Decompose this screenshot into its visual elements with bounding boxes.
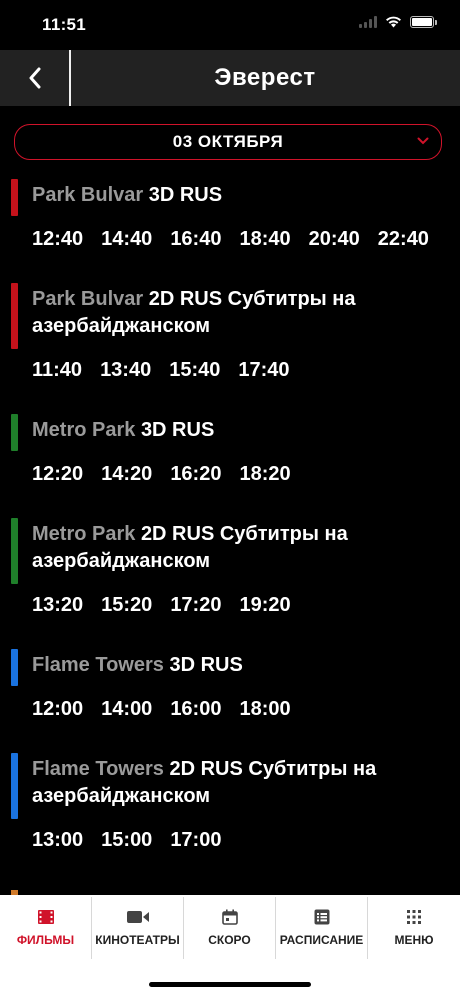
showtime[interactable]: 18:00 <box>239 697 290 721</box>
showtime[interactable]: 16:00 <box>170 697 221 721</box>
tab-label: РАСПИСАНИЕ <box>279 933 364 947</box>
showtime[interactable]: 17:40 <box>238 358 289 382</box>
showtime[interactable]: 11:40 <box>32 358 82 382</box>
showtime[interactable]: 20:40 <box>309 227 360 251</box>
session-title: Flame Towers 3D RUS <box>32 642 390 679</box>
venue-color-bar <box>11 179 18 216</box>
tab-cinemas[interactable]: КИНОТЕАТРЫ <box>92 895 183 959</box>
session-format: 3D RUS <box>148 184 223 206</box>
showtime[interactable]: 16:20 <box>170 462 221 486</box>
showtime[interactable]: 22:40 <box>378 227 429 251</box>
session-group: Park Bulvar 2D RUS Субтитры на азербайдж… <box>0 276 460 407</box>
list-icon <box>314 909 329 925</box>
session-title: Park Bulvar 2D RUS Субтитры на азербайдж… <box>32 276 390 340</box>
showtimes: 13:20 15:20 17:20 19:20 <box>32 575 460 642</box>
venue-color-bar <box>11 414 18 451</box>
tab-label: СКОРО <box>208 933 251 947</box>
sessions-list: Park Bulvar 3D RUS 12:40 14:40 16:40 18:… <box>0 172 460 877</box>
showtime[interactable]: 13:00 <box>32 828 83 852</box>
session-group: Flame Towers 2D RUS Субтитры на азербайд… <box>0 746 460 877</box>
showtimes: 12:40 14:40 16:40 18:40 20:40 22:40 <box>32 209 460 276</box>
showtime[interactable]: 13:40 <box>100 358 151 382</box>
tab-label: ФИЛЬМЫ <box>16 933 75 947</box>
status-time: 11:51 <box>42 15 87 34</box>
session-group: Metro Park 2D RUS Субтитры на азербайджа… <box>0 511 460 642</box>
tab-soon[interactable]: СКОРО <box>184 895 275 959</box>
showtime[interactable]: 13:20 <box>32 593 83 617</box>
showtime[interactable]: 16:40 <box>170 227 221 251</box>
tab-menu[interactable]: МЕНЮ <box>368 895 460 959</box>
session-title: Metro Park 3D RUS <box>32 407 390 444</box>
session-title: Metro Park 2D RUS Субтитры на азербайджа… <box>32 511 390 575</box>
showtime[interactable]: 12:00 <box>32 697 83 721</box>
session-format: 3D RUS <box>169 654 243 676</box>
venue-color-bar <box>11 753 18 819</box>
venue-name: Metro Park <box>32 523 136 545</box>
calendar-icon <box>221 909 238 925</box>
showtime[interactable]: 18:40 <box>239 227 290 251</box>
venue-name: Flame Towers <box>32 758 164 780</box>
showtime[interactable]: 19:20 <box>239 593 290 617</box>
tab-bar: ФИЛЬМЫ КИНОТЕАТРЫ СКОРО РАСПИСАНИЕ МЕНЮ <box>0 895 460 996</box>
status-icons <box>359 16 437 28</box>
showtime[interactable]: 12:40 <box>32 227 83 251</box>
session-title: Park Bulvar 3D RUS <box>32 172 390 209</box>
battery-icon <box>410 16 437 28</box>
tab-films[interactable]: ФИЛЬМЫ <box>0 895 91 959</box>
venue-name: Metro Park <box>32 419 136 441</box>
showtimes: 12:00 14:00 16:00 18:00 <box>32 679 460 746</box>
back-button[interactable] <box>0 50 70 106</box>
showtime[interactable]: 12:20 <box>32 462 83 486</box>
wifi-icon <box>386 16 401 28</box>
showtime[interactable]: 17:20 <box>170 593 221 617</box>
venue-name: Flame Towers <box>32 654 164 676</box>
showtimes: 13:00 15:00 17:00 <box>32 810 460 877</box>
film-icon <box>37 910 54 924</box>
showtime[interactable]: 14:00 <box>101 697 152 721</box>
venue-name: Park Bulvar <box>32 288 144 310</box>
venue-color-bar <box>11 283 18 349</box>
cellular-signal-icon <box>359 16 377 28</box>
venue-name: Park Bulvar <box>32 184 144 206</box>
session-title: Flame Towers 2D RUS Субтитры на азербайд… <box>32 746 390 810</box>
page-title: Эверест <box>214 64 316 91</box>
video-camera-icon <box>126 911 149 923</box>
tab-schedule[interactable]: РАСПИСАНИЕ <box>276 895 367 959</box>
venue-color-bar <box>11 518 18 584</box>
tab-label: КИНОТЕАТРЫ <box>95 933 180 947</box>
home-indicator <box>149 982 311 987</box>
date-dropdown-value: 03 ОКТЯБРЯ <box>172 132 284 151</box>
date-dropdown[interactable]: 03 ОКТЯБРЯ <box>14 124 442 160</box>
showtime[interactable]: 14:20 <box>101 462 152 486</box>
tab-label: МЕНЮ <box>394 933 434 947</box>
session-group: Park Bulvar 3D RUS 12:40 14:40 16:40 18:… <box>0 172 460 276</box>
showtimes: 11:40 13:40 15:40 17:40 <box>32 340 460 407</box>
session-group: Flame Towers 3D RUS 12:00 14:00 16:00 18… <box>0 642 460 746</box>
grid-dots-icon <box>407 910 421 924</box>
chevron-left-icon <box>29 67 41 89</box>
showtime[interactable]: 15:40 <box>169 358 220 382</box>
status-bar: 11:51 <box>0 0 460 50</box>
chevron-down-icon <box>417 137 429 145</box>
showtime[interactable]: 14:40 <box>101 227 152 251</box>
showtime[interactable]: 15:20 <box>101 593 152 617</box>
top-bar: Эверест <box>0 50 460 106</box>
showtimes: 12:20 14:20 16:20 18:20 <box>32 444 460 511</box>
session-group: Metro Park 3D RUS 12:20 14:20 16:20 18:2… <box>0 407 460 511</box>
showtime[interactable]: 18:20 <box>239 462 290 486</box>
venue-color-bar <box>11 649 18 686</box>
showtime[interactable]: 17:00 <box>170 828 221 852</box>
session-format: 3D RUS <box>140 419 215 441</box>
showtime[interactable]: 15:00 <box>101 828 152 852</box>
